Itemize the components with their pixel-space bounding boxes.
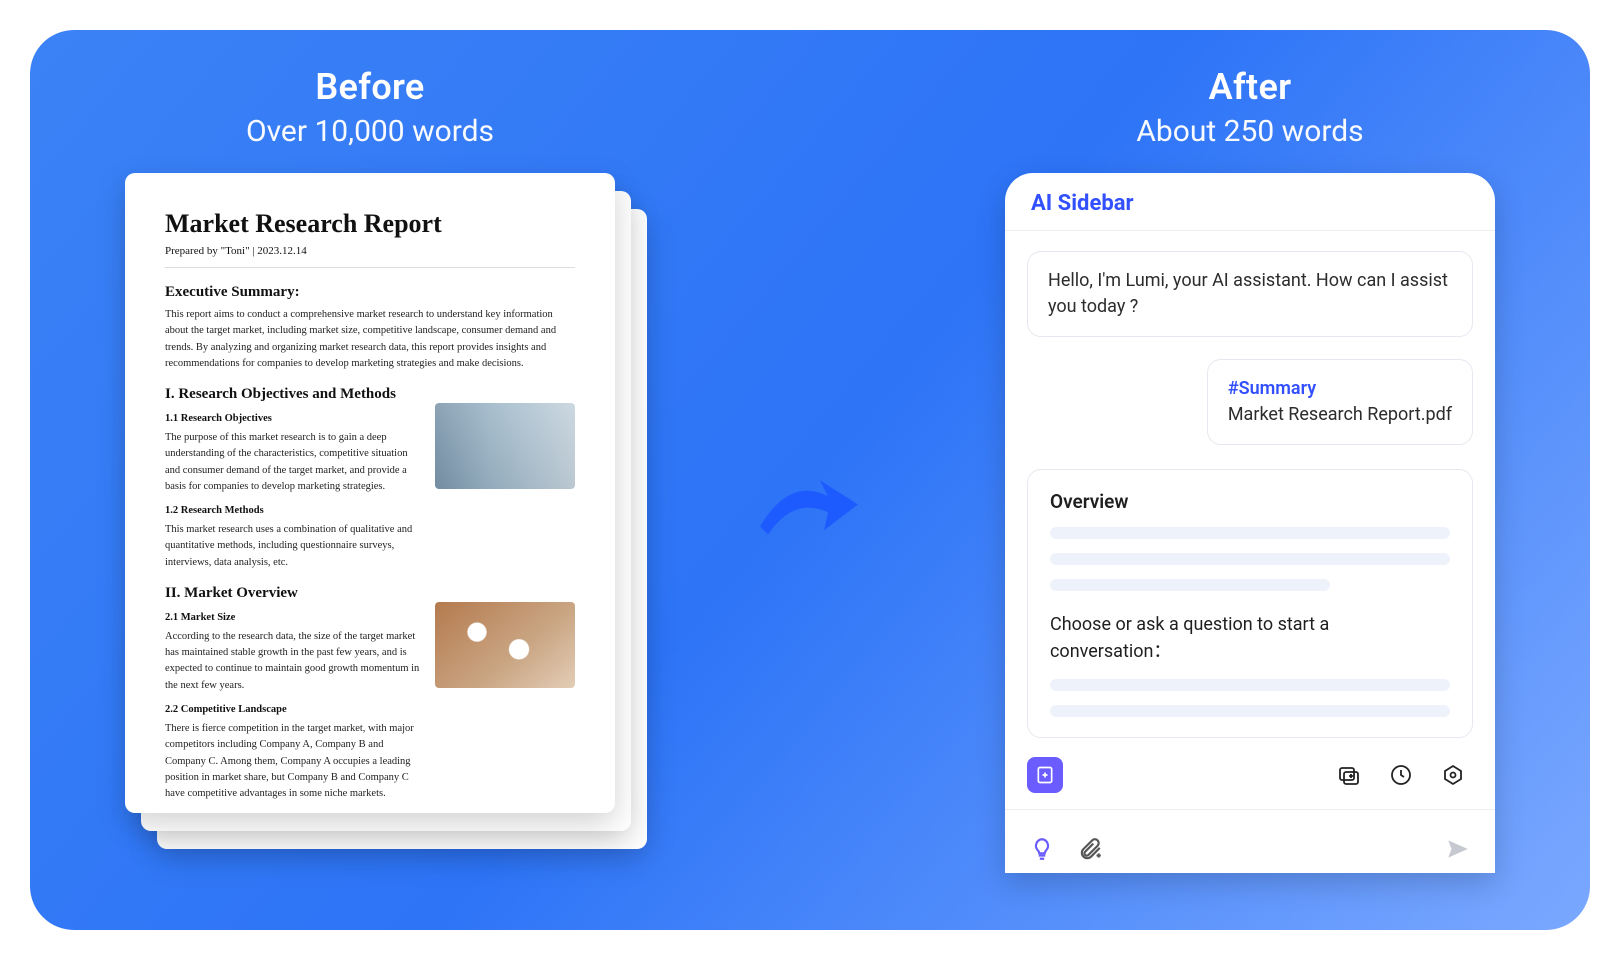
overview-card: Overview Choose or ask a question to sta… — [1027, 469, 1473, 738]
assistant-greeting-bubble: Hello, I'm Lumi, your AI assistant. How … — [1027, 251, 1473, 337]
section-2-heading: II. Market Overview — [165, 585, 575, 602]
ai-sidebar-footer — [1005, 809, 1495, 873]
overview-heading: Overview — [1050, 490, 1450, 513]
after-subtitle: About 250 words — [1136, 114, 1363, 149]
idea-button[interactable] — [1027, 834, 1057, 864]
overview-skeleton-line — [1050, 527, 1450, 539]
new-note-button[interactable] — [1027, 757, 1063, 793]
before-subtitle: Over 10,000 words — [246, 114, 494, 149]
history-button[interactable] — [1381, 755, 1421, 795]
exec-summary-heading: Executive Summary: — [165, 284, 575, 301]
ai-sidebar-panel: AI Sidebar Hello, I'm Lumi, your AI assi… — [1005, 173, 1495, 873]
document-meta: Prepared by "Toni" | 2023.12.14 — [165, 245, 575, 257]
before-column: Before Over 10,000 words Market Research… — [90, 66, 650, 930]
arrow-icon — [750, 446, 870, 566]
document-page-front: Market Research Report Prepared by "Toni… — [125, 173, 615, 813]
document-stack: Market Research Report Prepared by "Toni… — [125, 173, 615, 813]
ai-sidebar-body: Hello, I'm Lumi, your AI assistant. How … — [1005, 231, 1495, 741]
section-2-1-body: According to the research data, the size… — [165, 629, 421, 694]
after-column: After About 250 words AI Sidebar Hello, … — [970, 66, 1530, 930]
comparison-canvas: Before Over 10,000 words Market Research… — [30, 30, 1590, 930]
ai-sidebar-title: AI Sidebar — [1031, 191, 1469, 216]
section-1-2-sub: 1.2 Research Methods — [165, 505, 421, 516]
user-summary-bubble: #Summary Market Research Report.pdf — [1207, 359, 1473, 445]
settings-button[interactable] — [1433, 755, 1473, 795]
send-button[interactable] — [1443, 834, 1473, 864]
summary-hashtag: #Summary — [1228, 376, 1452, 402]
overview-skeleton-line — [1050, 553, 1450, 565]
section-1-2-body: This market research uses a combination … — [165, 522, 421, 571]
summary-file-name: Market Research Report.pdf — [1228, 402, 1452, 428]
document-image-meeting — [435, 403, 575, 489]
new-chat-button[interactable] — [1329, 755, 1369, 795]
ai-sidebar-toolbar — [1005, 741, 1495, 809]
before-title: Before — [315, 66, 424, 108]
section-1-heading: I. Research Objectives and Methods — [165, 386, 575, 403]
overview-skeleton-line — [1050, 679, 1450, 691]
section-1-1-body: The purpose of this market research is t… — [165, 430, 421, 495]
section-1-1-sub: 1.1 Research Objectives — [165, 413, 421, 424]
ai-sidebar-header: AI Sidebar — [1005, 173, 1495, 231]
section-2-2-body: There is fierce competition in the targe… — [165, 721, 421, 802]
document-image-desk — [435, 602, 575, 688]
exec-summary-body: This report aims to conduct a comprehens… — [165, 307, 575, 372]
document-divider — [165, 267, 575, 268]
overview-skeleton-line — [1050, 579, 1330, 591]
assistant-greeting-text: Hello, I'm Lumi, your AI assistant. How … — [1048, 270, 1448, 317]
document-title: Market Research Report — [165, 209, 575, 239]
overview-skeleton-line — [1050, 705, 1450, 717]
section-2-2-sub: 2.2 Competitive Landscape — [165, 704, 421, 715]
section-2-1-sub: 2.1 Market Size — [165, 612, 421, 623]
after-title: After — [1209, 66, 1292, 108]
attach-button[interactable] — [1075, 834, 1105, 864]
overview-prompt: Choose or ask a question to start a conv… — [1050, 611, 1450, 665]
